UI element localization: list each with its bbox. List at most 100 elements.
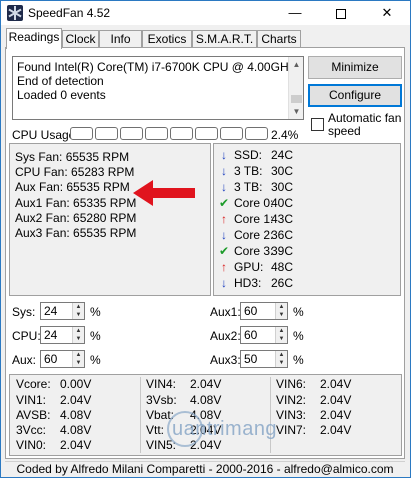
cpu-core-usage-bar xyxy=(145,127,168,140)
stepper-up-icon[interactable]: ▲ xyxy=(276,327,287,335)
temperature-reading: ↓ HD3: 26C xyxy=(217,276,397,290)
scroll-up-icon[interactable]: ▲ xyxy=(289,57,304,72)
readings-panel: Found Intel(R) Core(TM) i7-6700K CPU @ 4… xyxy=(5,47,405,459)
cpu-core-usage-bar xyxy=(70,127,93,140)
arrow-down-icon: ↓ xyxy=(221,164,227,178)
arrow-up-icon: ↑ xyxy=(221,260,227,274)
log-line: Found Intel(R) Core(TM) i7-6700K CPU @ 4… xyxy=(17,60,295,74)
checkmark-icon: ✔ xyxy=(218,196,230,210)
speed-label-aux: Aux: xyxy=(12,353,37,367)
stepper-up-icon[interactable]: ▲ xyxy=(73,327,84,335)
fan-reading: Aux2 Fan: 65280 RPM xyxy=(15,211,137,225)
speedfan-app-icon xyxy=(7,5,23,21)
fan-reading: Aux3 Fan: 65535 RPM xyxy=(15,226,137,240)
fan-reading: Sys Fan: 65535 RPM xyxy=(15,150,130,164)
tab-charts[interactable]: Charts xyxy=(257,30,301,48)
log-scrollbar[interactable]: ▲ ▼ xyxy=(288,57,303,119)
maximize-window-button[interactable] xyxy=(318,1,364,25)
minimize-icon: — xyxy=(288,5,302,20)
arrow-down-icon: ↓ xyxy=(221,228,227,242)
speed-unit: % xyxy=(90,305,101,319)
temperature-reading: ↓ Core 2: 36C xyxy=(217,228,397,242)
speedfan-window: SpeedFan 4.52 — ✕ Readings Clock Info Ex… xyxy=(0,0,411,478)
temperature-reading: ↓ 3 TB: 30C xyxy=(217,164,397,178)
arrow-up-icon: ↑ xyxy=(221,212,227,226)
speed-stepper-aux3[interactable]: 50 ▲ ▼ xyxy=(240,350,288,368)
fan-reading: Aux1 Fan: 65335 RPM xyxy=(15,196,137,210)
fan-readings-box: Sys Fan: 65535 RPM CPU Fan: 65283 RPM Au… xyxy=(9,143,211,296)
stepper-down-icon[interactable]: ▼ xyxy=(73,311,84,319)
tab-smart[interactable]: S.M.A.R.T. xyxy=(192,30,257,48)
automatic-fan-speed-checkbox[interactable] xyxy=(311,118,324,131)
cpu-usage-label: CPU Usage xyxy=(12,128,76,142)
cpu-core-usage-bar xyxy=(170,127,193,140)
title-bar[interactable]: SpeedFan 4.52 — ✕ xyxy=(1,1,410,25)
column-divider xyxy=(140,377,141,453)
temperature-reading: ↓ SSD: 24C xyxy=(217,148,397,162)
log-line: Loaded 0 events xyxy=(17,88,106,102)
speed-unit: % xyxy=(293,329,304,343)
cpu-core-usage-bar xyxy=(95,127,118,140)
cpu-core-usage-bar xyxy=(245,127,268,140)
column-divider xyxy=(270,377,271,453)
close-window-button[interactable]: ✕ xyxy=(364,1,410,25)
stepper-up-icon[interactable]: ▲ xyxy=(73,351,84,359)
speed-stepper-aux[interactable]: 60 ▲ ▼ xyxy=(40,350,85,368)
detection-log[interactable]: Found Intel(R) Core(TM) i7-6700K CPU @ 4… xyxy=(12,56,304,120)
close-icon: ✕ xyxy=(381,5,393,20)
maximize-icon xyxy=(336,8,346,19)
speed-unit: % xyxy=(90,353,101,367)
speed-label-sys: Sys: xyxy=(12,305,36,319)
speed-stepper-aux1[interactable]: 60 ▲ ▼ xyxy=(240,302,288,320)
speed-stepper-cpu[interactable]: 24 ▲ ▼ xyxy=(40,326,85,344)
arrow-down-icon: ↓ xyxy=(221,148,227,162)
temperature-reading: ✔ Core 3: 39C xyxy=(218,244,294,258)
speed-stepper-sys[interactable]: 24 ▲ ▼ xyxy=(40,302,85,320)
fan-reading: CPU Fan: 65283 RPM xyxy=(15,165,135,179)
speed-stepper-aux2[interactable]: 60 ▲ ▼ xyxy=(240,326,288,344)
stepper-down-icon[interactable]: ▼ xyxy=(276,311,287,319)
scroll-down-icon[interactable]: ▼ xyxy=(289,104,304,119)
cpu-usage-percent: 2.4% xyxy=(271,128,299,142)
speed-label-aux2: Aux2: xyxy=(210,329,241,343)
speed-unit: % xyxy=(293,353,304,367)
temperature-readings-box: ↓ SSD: 24C ↓ 3 TB: 30C ↓ 3 TB: 30C ✔ Core 0: 40C… xyxy=(213,143,401,296)
stepper-down-icon[interactable]: ▼ xyxy=(276,359,287,367)
cpu-core-usage-bar xyxy=(120,127,143,140)
stepper-down-icon[interactable]: ▼ xyxy=(73,335,84,343)
voltage-readings-box: Vcore: 0.00V VIN1: 2.04V AVSB: 4.08V 3Vcc: 4… xyxy=(9,374,402,456)
temperature-reading: ✔ Core 0: 40C xyxy=(218,196,294,210)
log-line: End of detection xyxy=(17,74,104,88)
window-title: SpeedFan 4.52 xyxy=(28,6,111,20)
watermark-text: uantrimang xyxy=(172,418,278,440)
footer-credits: Coded by Alfredo Milani Comparetti - 200… xyxy=(5,461,405,476)
tab-readings[interactable]: Readings xyxy=(6,28,62,49)
arrow-down-icon: ↓ xyxy=(221,180,227,194)
cpu-core-usage-bar xyxy=(195,127,218,140)
speed-label-aux3: Aux3: xyxy=(210,353,241,367)
temperature-reading: ↑ GPU: 48C xyxy=(217,260,397,274)
stepper-down-icon[interactable]: ▼ xyxy=(276,335,287,343)
stepper-up-icon[interactable]: ▲ xyxy=(276,351,287,359)
minimize-window-button[interactable]: — xyxy=(272,1,318,25)
temperature-reading: ↓ 3 TB: 30C xyxy=(217,180,397,194)
scroll-thumb[interactable] xyxy=(291,95,302,103)
checkmark-icon: ✔ xyxy=(218,244,230,258)
arrow-down-icon: ↓ xyxy=(221,276,227,290)
fan-reading: Aux Fan: 65535 RPM xyxy=(15,180,130,194)
stepper-down-icon[interactable]: ▼ xyxy=(73,359,84,367)
speed-unit: % xyxy=(293,305,304,319)
stepper-up-icon[interactable]: ▲ xyxy=(276,303,287,311)
tab-exotics[interactable]: Exotics xyxy=(142,30,192,48)
configure-button[interactable]: Configure xyxy=(308,84,402,107)
minimize-button[interactable]: Minimize xyxy=(308,56,402,79)
cpu-core-usage-bar xyxy=(220,127,243,140)
tab-info[interactable]: Info xyxy=(99,30,142,48)
annotation-arrow-icon xyxy=(133,180,195,206)
automatic-fan-speed-label-2: speed xyxy=(328,124,361,138)
stepper-up-icon[interactable]: ▲ xyxy=(73,303,84,311)
speed-label-cpu: CPU: xyxy=(12,329,41,343)
speed-unit: % xyxy=(90,329,101,343)
tab-clock[interactable]: Clock xyxy=(62,30,99,48)
speed-label-aux1: Aux1: xyxy=(210,305,241,319)
